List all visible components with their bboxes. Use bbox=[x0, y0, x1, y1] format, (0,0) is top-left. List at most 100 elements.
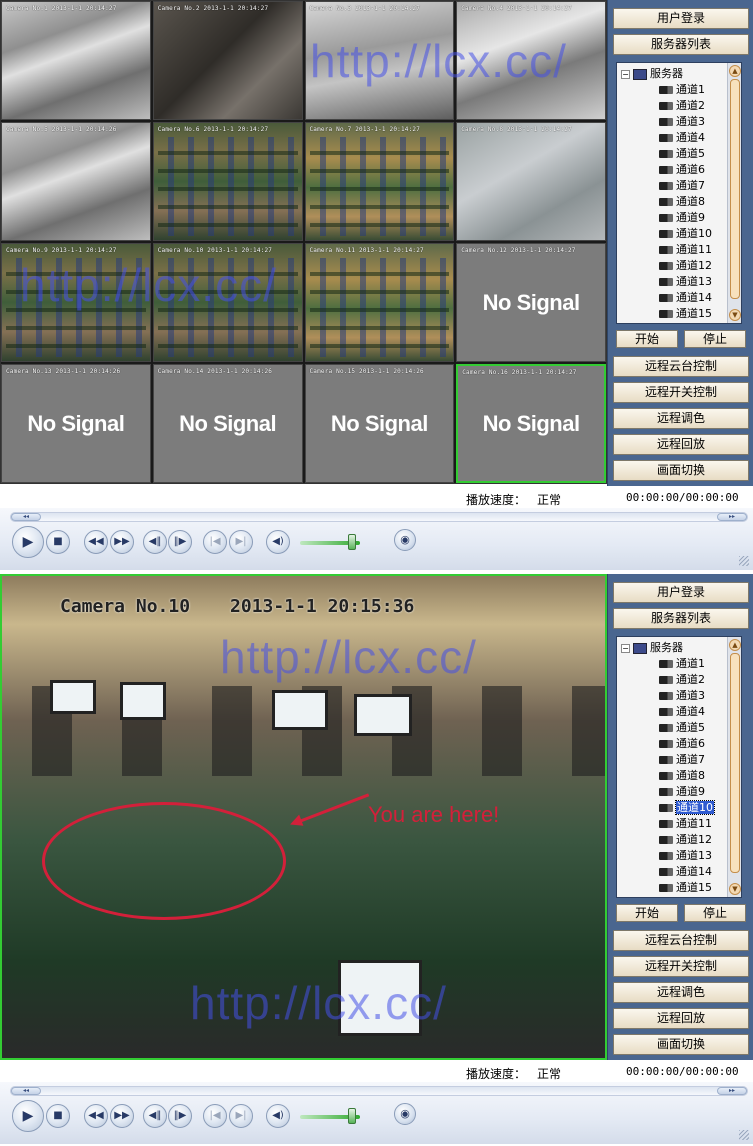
tree-node-server[interactable]: − 服务器 bbox=[621, 66, 683, 82]
tree-channel-4[interactable]: 通道4 bbox=[659, 130, 705, 146]
camera-cell[interactable]: Camera No.16 2013-1-1 20:14:27 No Signal bbox=[456, 364, 606, 483]
color-adjust-button[interactable]: 远程调色 bbox=[613, 408, 749, 429]
camera-cell[interactable]: Camera No.10 2013-1-1 20:14:27 bbox=[152, 243, 303, 362]
tree-channel-6[interactable]: 通道6 bbox=[659, 736, 705, 752]
camera-cell[interactable]: Camera No.1 2013-1-1 20:14:27 bbox=[1, 1, 151, 120]
tree-channel-15[interactable]: 通道15 bbox=[659, 880, 712, 896]
start-button[interactable]: 开始 bbox=[616, 330, 678, 348]
tree-channel-3[interactable]: 通道3 bbox=[659, 688, 705, 704]
tree-channel-7[interactable]: 通道7 bbox=[659, 178, 705, 194]
volume-icon[interactable]: ◀) bbox=[266, 530, 290, 554]
tree-channel-13[interactable]: 通道13 bbox=[659, 848, 712, 864]
tree-channel-6[interactable]: 通道6 bbox=[659, 162, 705, 178]
next-icon[interactable]: ▶| bbox=[229, 1104, 253, 1128]
resize-grip[interactable] bbox=[739, 556, 749, 566]
camera-cell[interactable]: Camera No.11 2013-1-1 20:14:27 bbox=[304, 243, 455, 362]
camera-cell[interactable]: Camera No.14 2013-1-1 20:14:26 No Signal bbox=[152, 364, 303, 483]
user-login-button[interactable]: 用户登录 bbox=[613, 582, 749, 603]
scroll-down-icon[interactable]: ▼ bbox=[729, 309, 741, 321]
camera-cell[interactable]: Camera No.12 2013-1-1 20:14:27 No Signal bbox=[456, 243, 606, 362]
camera-cell[interactable]: Camera No.13 2013-1-1 20:14:26 No Signal bbox=[1, 364, 151, 483]
seek-bar[interactable]: ◂◂ ▸▸ bbox=[10, 1086, 748, 1096]
collapse-icon[interactable]: − bbox=[621, 643, 630, 653]
remote-playback-button[interactable]: 远程回放 bbox=[613, 1008, 749, 1029]
tree-channel-2[interactable]: 通道2 bbox=[659, 98, 705, 114]
tree-channel-10[interactable]: 通道10 bbox=[659, 226, 712, 242]
user-login-button[interactable]: 用户登录 bbox=[613, 8, 749, 29]
fast-forward-icon[interactable]: ▶▶ bbox=[110, 1104, 134, 1128]
step-forward-icon[interactable]: ‖▶ bbox=[168, 1104, 192, 1128]
tree-channel-14[interactable]: 通道14 bbox=[659, 290, 712, 306]
camera-cell[interactable]: Camera No.3 2013-1-1 20:14:27 bbox=[304, 1, 455, 120]
step-forward-icon[interactable]: ‖▶ bbox=[168, 530, 192, 554]
seek-right-icon[interactable]: ▸▸ bbox=[717, 1087, 747, 1095]
rewind-icon[interactable]: ◀◀ bbox=[84, 1104, 108, 1128]
prev-icon[interactable]: |◀ bbox=[203, 1104, 227, 1128]
tree-channel-10[interactable]: 通道10 bbox=[659, 800, 715, 816]
seek-left-icon[interactable]: ◂◂ bbox=[11, 513, 41, 521]
seek-bar[interactable]: ◂◂ ▸▸ bbox=[10, 512, 748, 522]
scroll-thumb[interactable] bbox=[730, 79, 740, 299]
stop-icon[interactable]: ■ bbox=[46, 1104, 70, 1128]
step-back-icon[interactable]: ◀‖ bbox=[143, 530, 167, 554]
play-icon[interactable]: ▶ bbox=[12, 526, 44, 558]
tree-channel-5[interactable]: 通道5 bbox=[659, 146, 705, 162]
camera-view-large[interactable]: Camera No.10 2013-1-1 20:15:36 http://lcx… bbox=[0, 574, 607, 1060]
volume-knob[interactable] bbox=[348, 1108, 356, 1124]
stop-button[interactable]: 停止 bbox=[684, 330, 746, 348]
camera-cell[interactable]: Camera No.6 2013-1-1 20:14:27 bbox=[152, 122, 303, 241]
scroll-thumb[interactable] bbox=[730, 653, 740, 873]
server-list-button[interactable]: 服务器列表 bbox=[613, 608, 749, 629]
tree-channel-12[interactable]: 通道12 bbox=[659, 832, 712, 848]
start-button[interactable]: 开始 bbox=[616, 904, 678, 922]
ptz-control-button[interactable]: 远程云台控制 bbox=[613, 356, 749, 377]
tree-channel-3[interactable]: 通道3 bbox=[659, 114, 705, 130]
camera-cell[interactable]: Camera No.8 2013-1-1 20:14:27 bbox=[456, 122, 606, 241]
tree-channel-7[interactable]: 通道7 bbox=[659, 752, 705, 768]
tree-channel-8[interactable]: 通道8 bbox=[659, 768, 705, 784]
collapse-icon[interactable]: − bbox=[621, 69, 630, 79]
tree-channel-1[interactable]: 通道1 bbox=[659, 656, 705, 672]
camera-cell[interactable]: Camera No.4 2013-1-1 20:14:27 bbox=[456, 1, 606, 120]
camera-cell[interactable]: Camera No.15 2013-1-1 20:14:26 No Signal bbox=[304, 364, 455, 483]
server-tree[interactable]: − 服务器 通道1 通道2 通道3 通道4 通道5 通道6 通道7 通道8 通道9 通道10 通道11… bbox=[616, 636, 742, 898]
view-switch-button[interactable]: 画面切换 bbox=[613, 1034, 749, 1055]
tree-channel-5[interactable]: 通道5 bbox=[659, 720, 705, 736]
tree-scrollbar[interactable]: ▲ ▼ bbox=[727, 637, 741, 897]
rewind-icon[interactable]: ◀◀ bbox=[84, 530, 108, 554]
tree-node-server[interactable]: − 服务器 bbox=[621, 640, 683, 656]
resize-grip[interactable] bbox=[739, 1130, 749, 1140]
stop-button[interactable]: 停止 bbox=[684, 904, 746, 922]
switch-control-button[interactable]: 远程开关控制 bbox=[613, 382, 749, 403]
tree-channel-13[interactable]: 通道13 bbox=[659, 274, 712, 290]
volume-icon[interactable]: ◀) bbox=[266, 1104, 290, 1128]
play-icon[interactable]: ▶ bbox=[12, 1100, 44, 1132]
stop-icon[interactable]: ■ bbox=[46, 530, 70, 554]
tree-channel-4[interactable]: 通道4 bbox=[659, 704, 705, 720]
scroll-up-icon[interactable]: ▲ bbox=[729, 639, 741, 651]
tree-channel-8[interactable]: 通道8 bbox=[659, 194, 705, 210]
seek-left-icon[interactable]: ◂◂ bbox=[11, 1087, 41, 1095]
camera-cell[interactable]: Camera No.2 2013-1-1 20:14:27 bbox=[152, 1, 303, 120]
view-switch-button[interactable]: 画面切换 bbox=[613, 460, 749, 481]
server-tree[interactable]: − 服务器 通道1 通道2 通道3 通道4 通道5 通道6 通道7 通道8 通道9 通道10 通道11… bbox=[616, 62, 742, 324]
tree-channel-14[interactable]: 通道14 bbox=[659, 864, 712, 880]
scroll-up-icon[interactable]: ▲ bbox=[729, 65, 741, 77]
tree-scrollbar[interactable]: ▲ ▼ bbox=[727, 63, 741, 323]
tree-channel-11[interactable]: 通道11 bbox=[659, 242, 712, 258]
remote-playback-button[interactable]: 远程回放 bbox=[613, 434, 749, 455]
tree-channel-9[interactable]: 通道9 bbox=[659, 210, 705, 226]
scroll-down-icon[interactable]: ▼ bbox=[729, 883, 741, 895]
seek-right-icon[interactable]: ▸▸ bbox=[717, 513, 747, 521]
snapshot-icon[interactable]: ◉ bbox=[394, 1103, 416, 1125]
camera-cell[interactable]: Camera No.9 2013-1-1 20:14:27 bbox=[1, 243, 151, 362]
camera-cell[interactable]: Camera No.7 2013-1-1 20:14:27 bbox=[304, 122, 455, 241]
tree-channel-1[interactable]: 通道1 bbox=[659, 82, 705, 98]
snapshot-icon[interactable]: ◉ bbox=[394, 529, 416, 551]
tree-channel-11[interactable]: 通道11 bbox=[659, 816, 712, 832]
volume-knob[interactable] bbox=[348, 534, 356, 550]
camera-cell[interactable]: Camera No.5 2013-1-1 20:14:26 bbox=[1, 122, 151, 241]
step-back-icon[interactable]: ◀‖ bbox=[143, 1104, 167, 1128]
tree-channel-12[interactable]: 通道12 bbox=[659, 258, 712, 274]
switch-control-button[interactable]: 远程开关控制 bbox=[613, 956, 749, 977]
